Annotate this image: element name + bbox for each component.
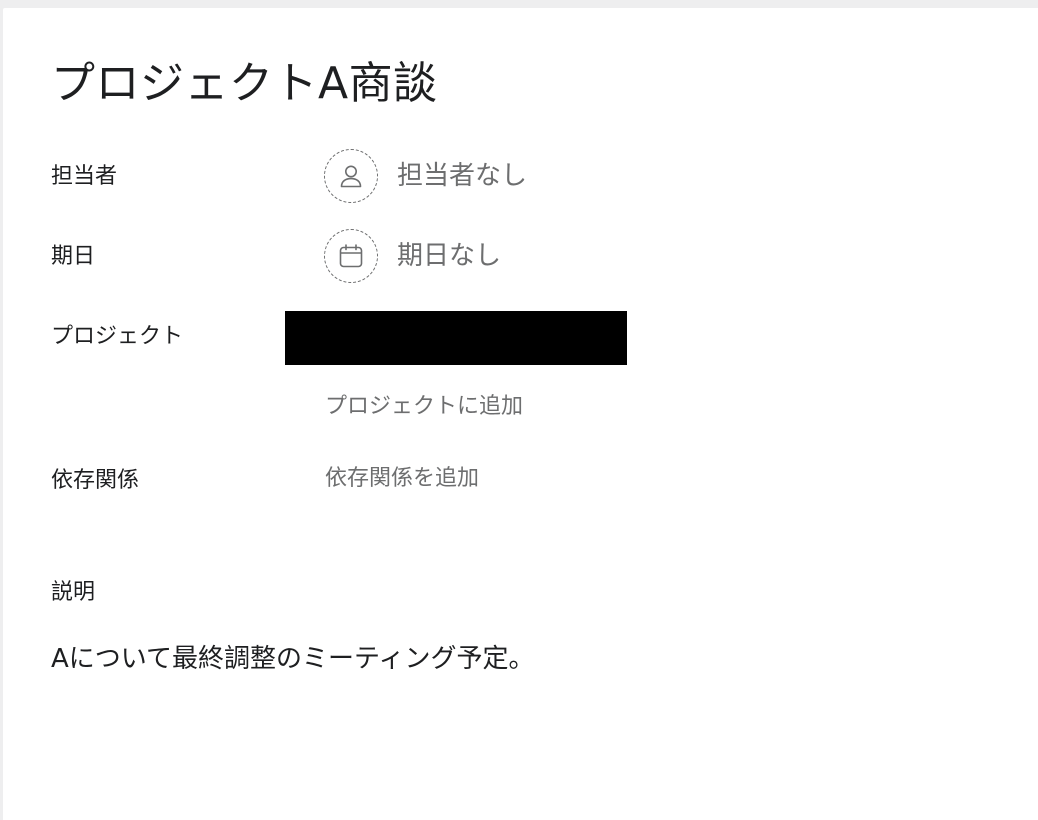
user-icon: [340, 165, 362, 188]
assignee-value[interactable]: 担当者なし: [397, 159, 527, 193]
dependencies-label: 依存関係: [51, 468, 140, 493]
project-label: プロジェクト: [51, 324, 184, 349]
assignee-button[interactable]: [324, 149, 378, 203]
due-date-label: 期日: [51, 244, 96, 269]
description-label: 説明: [51, 580, 96, 605]
assignee-label: 担当者: [51, 164, 118, 189]
calendar-icon: [339, 244, 363, 268]
add-dependency-link[interactable]: 依存関係を追加: [325, 464, 479, 494]
due-date-value[interactable]: 期日なし: [397, 239, 501, 273]
task-detail-panel: プロジェクトA商談 担当者 担当者なし 期日 期日なし プロジェクト プロジェク…: [3, 8, 1038, 820]
task-title[interactable]: プロジェクトA商談: [51, 54, 438, 114]
add-to-project-link[interactable]: プロジェクトに追加: [325, 392, 523, 422]
redacted-project-block: [285, 311, 627, 365]
description-text[interactable]: Aについて最終調整のミーティング予定。: [51, 640, 534, 678]
due-date-button[interactable]: [324, 229, 378, 283]
